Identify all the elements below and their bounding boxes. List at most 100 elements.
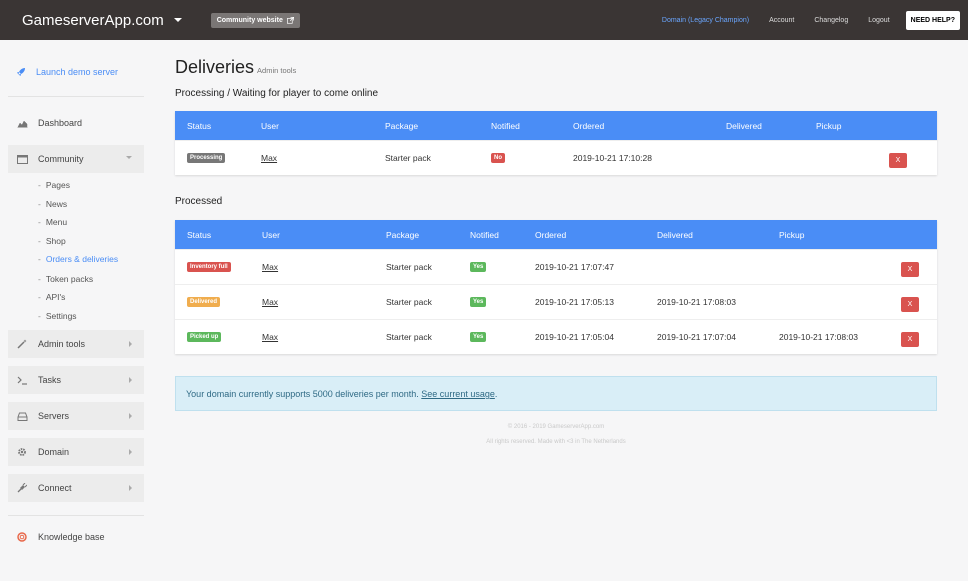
sidebar-item-community[interactable]: Community (8, 145, 144, 173)
user-link[interactable]: Max (262, 332, 278, 342)
column-header-notified: Notified (470, 230, 499, 240)
status-badge: Processing (187, 153, 226, 163)
chevron-right-icon (129, 377, 132, 383)
delete-button[interactable]: X (889, 153, 907, 168)
brand-dropdown[interactable]: GameserverApp.com (22, 12, 182, 29)
user-link[interactable]: Max (261, 153, 277, 163)
external-link-icon (286, 16, 294, 24)
sidebar-item-label: Domain (38, 447, 70, 457)
divider (8, 96, 144, 97)
sidebar-subitem-news[interactable]: - News (38, 199, 67, 209)
processing-section-title: Processing / Waiting for player to come … (175, 88, 379, 99)
ordered-cell: 2019-10-21 17:05:04 (535, 332, 614, 342)
delete-button[interactable]: X (901, 262, 919, 277)
notified-badge: No (491, 153, 505, 163)
package-cell: Starter pack (385, 153, 431, 163)
sidebar-subitem-menu[interactable]: - Menu (38, 217, 67, 227)
column-header-pickup: Pickup (779, 230, 805, 240)
column-header-delivered: Delivered (657, 230, 693, 240)
user-link[interactable]: Max (262, 297, 278, 307)
table-header: Status User Package Notified Ordered Del… (175, 111, 937, 140)
delete-button[interactable]: X (901, 297, 919, 312)
sidebar-item-servers[interactable]: Servers (8, 402, 144, 430)
sidebar-item-label: Knowledge base (38, 532, 105, 542)
processed-table: Status User Package Notified Ordered Del… (175, 220, 937, 354)
pickup-cell: 2019-10-21 17:08:03 (779, 332, 858, 342)
sidebar-subitem-token-packs[interactable]: - Token packs (38, 274, 93, 284)
server-icon (16, 411, 28, 421)
page-subtitle: Admin tools (257, 66, 297, 75)
launch-demo-server-link[interactable]: Launch demo server (16, 67, 118, 77)
column-header-delivered: Delivered (726, 121, 762, 131)
status-badge: Picked up (187, 332, 222, 342)
package-cell: Starter pack (386, 297, 432, 307)
notified-badge: Yes (470, 332, 487, 342)
sidebar-subitem-apis[interactable]: - API's (38, 292, 65, 302)
column-header-user: User (261, 121, 279, 131)
chevron-down-icon (173, 18, 182, 22)
sidebar-item-label: Servers (38, 411, 70, 421)
table-row: Picked up Max Starter pack Yes 2019-10-2… (175, 319, 937, 354)
column-header-notified: Notified (491, 121, 520, 131)
changelog-link[interactable]: Changelog (814, 17, 848, 24)
delete-button[interactable]: X (901, 332, 919, 347)
sidebar-subitem-pages[interactable]: - Pages (38, 180, 70, 190)
sidebar: Launch demo server Dashboard Community -… (8, 40, 144, 581)
logout-link[interactable]: Logout (868, 17, 889, 24)
plug-icon (16, 483, 28, 493)
sidebar-item-tasks[interactable]: Tasks (8, 366, 144, 394)
processed-section-title: Processed (175, 196, 223, 207)
column-header-status: Status (187, 121, 212, 131)
package-cell: Starter pack (386, 262, 432, 272)
notified-badge: Yes (470, 262, 487, 272)
sidebar-item-domain[interactable]: Domain (8, 438, 144, 466)
wand-icon (16, 339, 28, 349)
status-badge: Inventory full (187, 262, 231, 272)
terminal-icon (16, 375, 28, 385)
sidebar-item-label: Admin tools (38, 339, 86, 349)
ordered-cell: 2019-10-21 17:05:13 (535, 297, 614, 307)
info-period: . (494, 389, 498, 399)
column-header-ordered: Ordered (573, 121, 605, 131)
user-link[interactable]: Max (262, 262, 278, 272)
sidebar-subitem-shop[interactable]: - Shop (38, 236, 66, 246)
column-header-ordered: Ordered (535, 230, 567, 240)
table-header: Status User Package Notified Ordered Del… (175, 220, 937, 249)
notified-badge: Yes (470, 297, 487, 307)
rocket-icon (17, 68, 25, 76)
processing-table: Status User Package Notified Ordered Del… (175, 111, 937, 175)
info-text: Your domain currently supports 5000 deli… (186, 389, 422, 399)
chevron-right-icon (129, 341, 132, 347)
column-header-package: Package (386, 230, 420, 240)
chevron-right-icon (129, 449, 132, 455)
table-row: Processing Max Starter pack No 2019-10-2… (175, 140, 937, 175)
page-title: Deliveries Admin tools (175, 57, 296, 78)
domain-link[interactable]: Domain (Legacy Champion) (662, 17, 749, 24)
top-bar: GameserverApp.com Community website Doma… (0, 0, 968, 40)
sidebar-item-label: Connect (38, 483, 72, 493)
account-link[interactable]: Account (769, 17, 794, 24)
window-icon (16, 154, 28, 164)
status-badge: Delivered (187, 297, 221, 307)
ordered-cell: 2019-10-21 17:10:28 (573, 153, 652, 163)
column-header-pickup: Pickup (816, 121, 842, 131)
see-current-usage-link[interactable]: See current usage (421, 389, 495, 399)
sidebar-item-dashboard[interactable]: Dashboard (8, 109, 144, 137)
column-header-package: Package (385, 121, 419, 131)
need-help-button[interactable]: NEED HELP? (905, 10, 960, 30)
launch-demo-server-label: Launch demo server (36, 67, 119, 77)
footer-rights: All rights reserved. Made with <3 in The… (486, 439, 626, 445)
sidebar-subitem-settings[interactable]: - Settings (38, 311, 77, 321)
community-website-button[interactable]: Community website (210, 12, 300, 28)
sidebar-item-label: Community (38, 154, 84, 164)
column-header-user: User (262, 230, 280, 240)
sidebar-item-connect[interactable]: Connect (8, 474, 144, 502)
footer-copyright: © 2016 - 2019 GameserverApp.com (507, 424, 605, 430)
sidebar-subitem-orders[interactable]: - Orders & deliveries (38, 254, 118, 264)
brand-name: GameserverApp.com (22, 11, 164, 29)
sidebar-item-label: Dashboard (38, 118, 83, 128)
top-nav: Domain (Legacy Champion) Account Changel… (642, 0, 960, 40)
sidebar-item-knowledge-base[interactable]: Knowledge base (8, 523, 144, 551)
sidebar-item-admin-tools[interactable]: Admin tools (8, 330, 144, 358)
sidebar-item-label: Tasks (38, 375, 62, 385)
